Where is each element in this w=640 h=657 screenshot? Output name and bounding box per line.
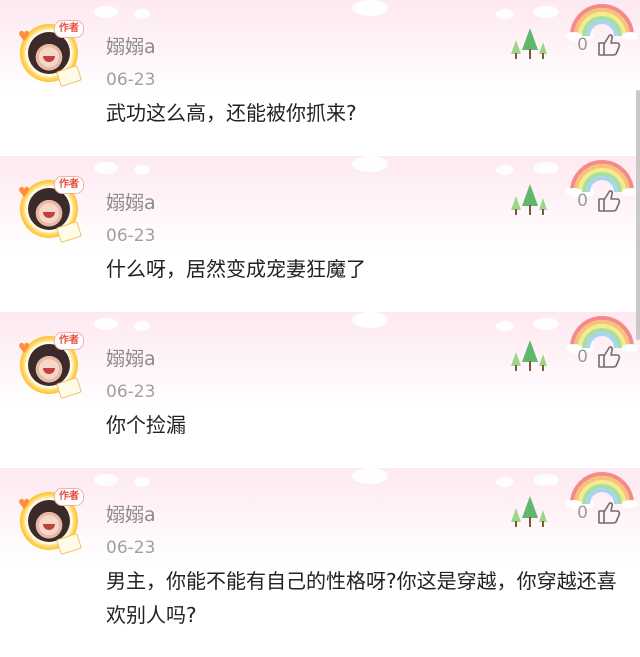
comment-item: ♥ 作者 嫋嫋a 06-23 男主，你能不能有自己的性格呀?你这是穿越，你穿越还… xyxy=(0,468,640,657)
author-badge: 作者 xyxy=(54,20,84,38)
comment-date: 06-23 xyxy=(106,226,156,246)
avatar-photo xyxy=(28,188,70,230)
avatar-photo xyxy=(28,32,70,74)
comment-text: 什么呀，居然变成宠妻狂魔了 xyxy=(106,257,366,281)
like-count: 0 xyxy=(577,347,588,367)
like-count: 0 xyxy=(577,35,588,55)
comment-text: 你个捡漏 xyxy=(106,413,186,437)
comment-text: 武功这么高，还能被你抓来? xyxy=(106,101,357,125)
like-count: 0 xyxy=(577,503,588,523)
author-badge: 作者 xyxy=(54,488,84,506)
avatar[interactable]: ♥ 作者 xyxy=(14,174,86,246)
comment-text: 男主，你能不能有自己的性格呀?你这是穿越，你穿越还喜欢别人吗? xyxy=(106,569,617,627)
avatar-photo xyxy=(28,500,70,542)
avatar[interactable]: ♥ 作者 xyxy=(14,330,86,402)
like-button[interactable]: 0 xyxy=(577,498,622,528)
heart-icon: ♥ xyxy=(18,341,31,357)
thumbs-up-icon xyxy=(598,346,621,368)
scrollbar[interactable] xyxy=(636,90,640,340)
like-button[interactable]: 0 xyxy=(577,342,622,372)
username[interactable]: 嫋嫋a xyxy=(106,344,156,371)
thumbs-up-icon xyxy=(598,502,621,524)
tree-icon xyxy=(511,496,547,527)
thumbs-up-icon xyxy=(598,190,621,212)
avatar-photo xyxy=(28,344,70,386)
heart-icon: ♥ xyxy=(18,29,31,45)
tree-icon xyxy=(511,340,547,371)
like-button[interactable]: 0 xyxy=(577,30,622,60)
username[interactable]: 嫋嫋a xyxy=(106,188,156,215)
comment-item: ♥ 作者 嫋嫋a 06-23 武功这么高，还能被你抓来? 0 xyxy=(0,0,640,156)
avatar[interactable]: ♥ 作者 xyxy=(14,486,86,558)
username[interactable]: 嫋嫋a xyxy=(106,32,156,59)
like-button[interactable]: 0 xyxy=(577,186,622,216)
author-badge: 作者 xyxy=(54,176,84,194)
comment-item: ♥ 作者 嫋嫋a 06-23 什么呀，居然变成宠妻狂魔了 0 xyxy=(0,156,640,312)
tree-icon xyxy=(511,28,547,59)
comment-date: 06-23 xyxy=(106,70,156,90)
thumbs-up-icon xyxy=(598,34,621,56)
tree-icon xyxy=(511,184,547,215)
comment-date: 06-23 xyxy=(106,538,156,558)
heart-icon: ♥ xyxy=(18,185,31,201)
heart-icon: ♥ xyxy=(18,497,31,513)
like-count: 0 xyxy=(577,191,588,211)
comment-date: 06-23 xyxy=(106,382,156,402)
author-badge: 作者 xyxy=(54,332,84,350)
comment-item: ♥ 作者 嫋嫋a 06-23 你个捡漏 0 xyxy=(0,312,640,468)
username[interactable]: 嫋嫋a xyxy=(106,500,156,527)
avatar[interactable]: ♥ 作者 xyxy=(14,18,86,90)
comment-list: ♥ 作者 嫋嫋a 06-23 武功这么高，还能被你抓来? 0 ♥ 作者 嫋嫋a … xyxy=(0,0,640,657)
